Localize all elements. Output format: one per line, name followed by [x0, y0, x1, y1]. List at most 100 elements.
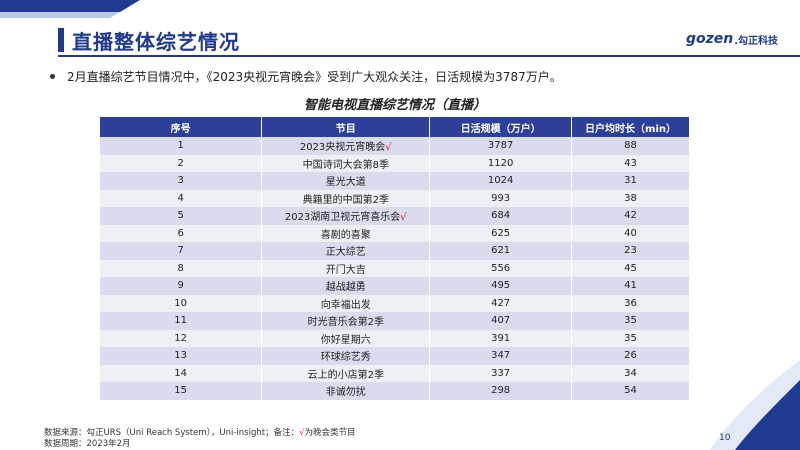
header-dau: 日活规模（万户）	[429, 117, 573, 137]
cell-dau: 391	[429, 329, 573, 347]
page-number: 10	[719, 433, 731, 443]
header-program: 节目	[261, 117, 431, 137]
cell-index-text: 4	[177, 192, 184, 204]
company-logo: gozen .勾正科技	[686, 30, 778, 48]
wave-decoration	[710, 360, 800, 450]
cell-index-text: 8	[177, 262, 184, 274]
cell-index-text: 2	[177, 157, 184, 169]
cell-duration: 38	[571, 189, 690, 207]
source-prefix: 数据来源：勾正URS（Uni Reach System），Uni-insight…	[44, 428, 300, 438]
cell-index: 13	[100, 347, 263, 365]
cell-dau: 337	[429, 364, 573, 382]
cell-duration: 36	[571, 294, 690, 312]
cell-program: 时光音乐会第2季	[261, 312, 431, 330]
cell-dau-text: 407	[491, 315, 511, 327]
check-mark-icon: √	[400, 212, 407, 224]
cell-index: 9	[100, 277, 263, 295]
cell-dau-text: 684	[491, 210, 511, 222]
summary-bullet: 2月直播综艺节目情况中，《2023央视元宵晚会》受到广大观众关注，日活规模为37…	[50, 68, 562, 85]
cell-dau-text: 427	[491, 297, 511, 309]
cell-duration-text: 31	[624, 175, 637, 187]
cell-dau-text: 993	[491, 192, 511, 204]
cell-program-text: 开门大吉	[325, 264, 366, 276]
cell-duration-text: 88	[624, 140, 637, 152]
cell-dau: 621	[429, 242, 573, 260]
cell-index: 11	[100, 312, 263, 330]
cell-dau-text: 347	[491, 350, 511, 362]
cell-dau: 407	[429, 312, 573, 330]
cell-duration-text: 45	[624, 262, 637, 274]
table-row: 2 中国诗词大会第8季 1120 43	[100, 154, 690, 172]
data-period-note: 数据周期：2023年2月	[44, 439, 131, 449]
cell-dau: 993	[429, 189, 573, 207]
data-source-note: 数据来源：勾正URS（Uni Reach System），Uni-insight…	[44, 428, 356, 439]
cell-duration-text: 41	[624, 280, 637, 292]
cell-index-text: 14	[174, 367, 188, 379]
cell-dau-text: 621	[491, 245, 511, 257]
table-row: 11 时光音乐会第2季 407 35	[100, 312, 690, 330]
cell-index: 14	[100, 364, 263, 382]
cell-index: 3	[100, 172, 263, 190]
title-underline	[58, 55, 800, 57]
table-row: 9 越战越勇 495 41	[100, 277, 690, 295]
cell-duration: 35	[571, 312, 690, 330]
cell-index: 15	[100, 382, 263, 400]
cell-duration: 23	[571, 242, 690, 260]
logo-mark: gozen	[685, 31, 734, 47]
cell-index: 8	[100, 259, 263, 277]
cell-program-text: 时光音乐会第2季	[307, 317, 384, 329]
cell-program: 环球综艺秀	[261, 347, 431, 365]
cell-duration-text: 40	[624, 227, 637, 239]
cell-index: 6	[100, 224, 263, 242]
cell-program-text: 正大综艺	[325, 247, 366, 259]
cell-duration: 41	[571, 277, 690, 295]
cell-program-text: 典籍里的中国第2季	[302, 194, 389, 206]
page-title: 直播整体综艺情况	[72, 30, 240, 54]
check-mark-icon: √	[385, 142, 392, 154]
cell-program: 典籍里的中国第2季	[261, 189, 431, 207]
cell-dau: 427	[429, 294, 573, 312]
cell-duration-text: 38	[624, 192, 637, 204]
cell-program-text: 2023央视元宵晚会	[299, 142, 386, 154]
cell-dau-text: 1120	[487, 157, 514, 169]
table-row: 14 云上的小店第2季 337 34	[100, 364, 690, 382]
bullet-dot-icon	[50, 74, 55, 79]
cell-program: 你好星期六	[261, 329, 431, 347]
cell-index-text: 13	[174, 350, 188, 362]
cell-duration: 43	[571, 154, 690, 172]
cell-index: 7	[100, 242, 263, 260]
table-title: 智能电视直播综艺情况（直播）	[303, 98, 486, 113]
cell-program: 开门大吉	[261, 259, 431, 277]
variety-show-table: 序号 节目 日活规模（万户） 日户均时长（min） 1 2023央视元宵晚会√ 37…	[100, 117, 690, 400]
cell-index-text: 5	[177, 210, 184, 222]
cell-program-text: 越战越勇	[325, 282, 366, 294]
cell-dau-text: 298	[491, 385, 511, 397]
cell-dau: 1024	[429, 172, 573, 190]
cell-duration: 88	[571, 137, 690, 155]
table-row: 6 喜剧的喜聚 625 40	[100, 224, 690, 242]
cell-index: 12	[100, 329, 263, 347]
corner-decoration	[0, 0, 140, 18]
cell-program: 向幸福出发	[261, 294, 431, 312]
table-row: 10 向幸福出发 427 36	[100, 294, 690, 312]
cell-index: 10	[100, 294, 263, 312]
header-index: 序号	[100, 117, 263, 137]
cell-dau-text: 556	[491, 262, 511, 274]
cell-duration: 31	[571, 172, 690, 190]
cell-dau-text: 337	[491, 367, 511, 379]
cell-program: 云上的小店第2季	[261, 364, 431, 382]
cell-dau: 495	[429, 277, 573, 295]
cell-duration-text: 35	[624, 315, 637, 327]
logo-text: .勾正科技	[734, 35, 778, 47]
cell-program: 2023湖南卫视元宵喜乐会√	[261, 207, 431, 225]
cell-index-text: 15	[174, 385, 188, 397]
table-row: 12 你好星期六 391 35	[100, 329, 690, 347]
cell-dau: 1120	[429, 154, 573, 172]
table-row: 15 非诚勿扰 298 54	[100, 382, 690, 400]
source-suffix: 为晚会类节目	[304, 428, 356, 438]
cell-index: 4	[100, 189, 263, 207]
cell-index: 2	[100, 154, 263, 172]
cell-dau: 298	[429, 382, 573, 400]
cell-program-text: 环球综艺秀	[320, 352, 371, 364]
header-duration: 日户均时长（min）	[571, 117, 690, 137]
